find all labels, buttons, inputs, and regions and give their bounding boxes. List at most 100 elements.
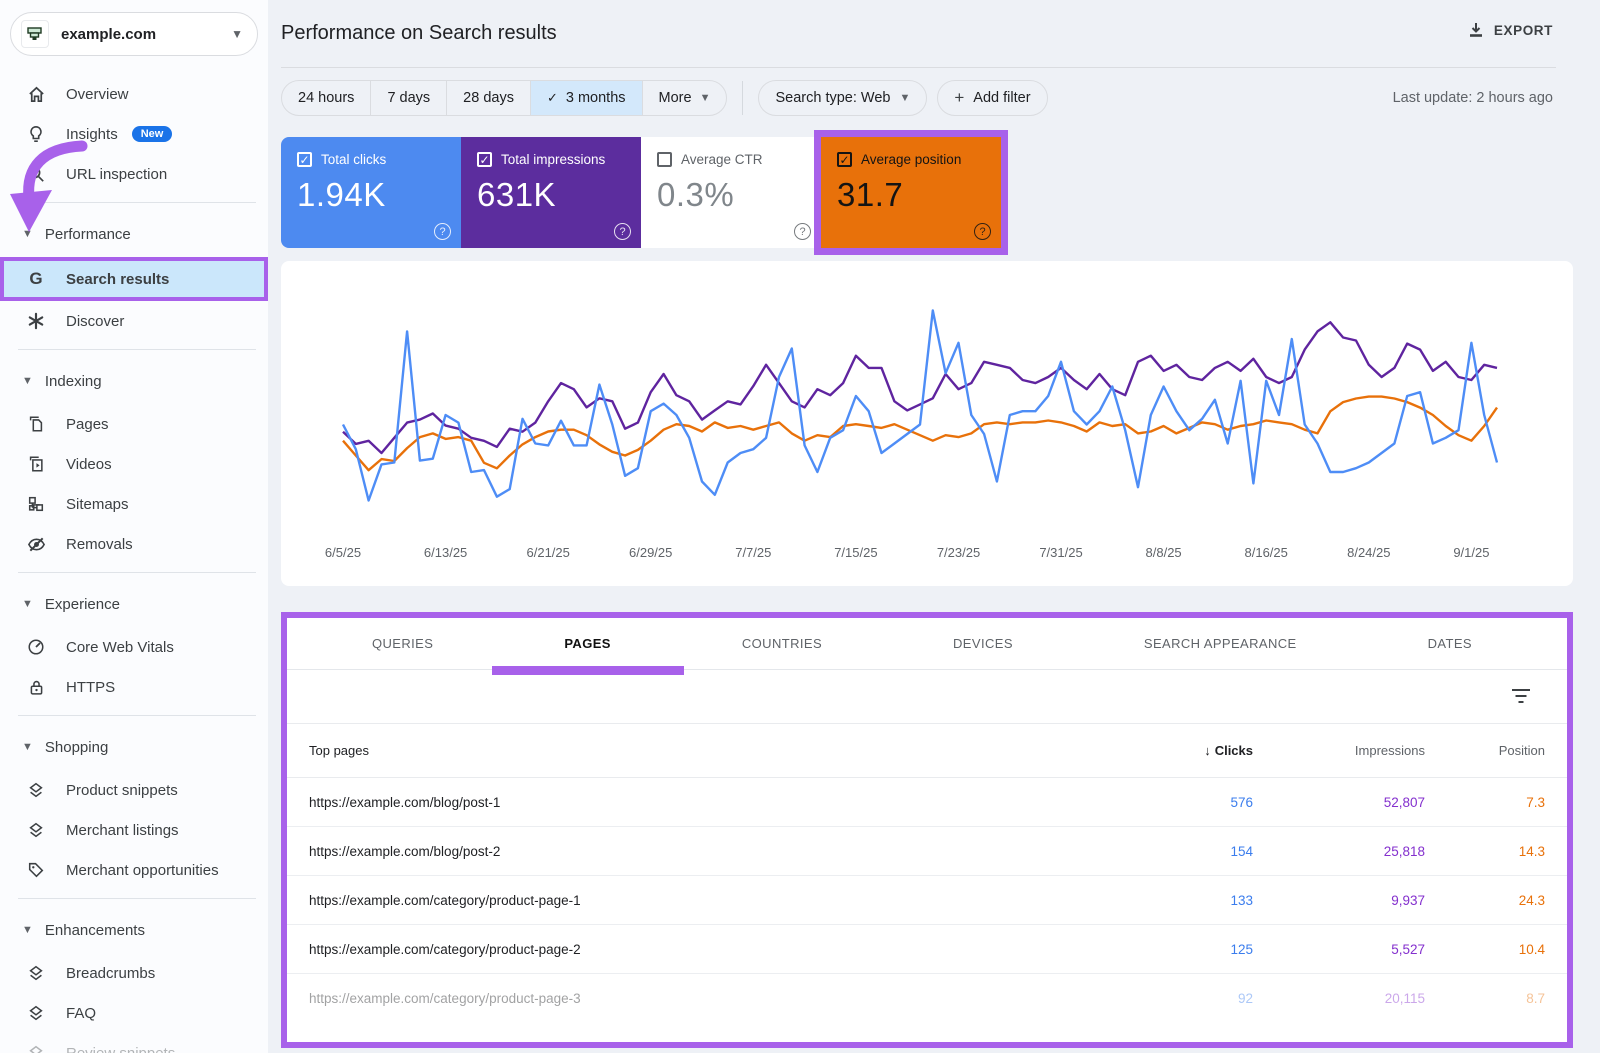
- table-row[interactable]: https://example.com/category/product-pag…: [287, 876, 1567, 925]
- chevron-down-icon: ▼: [22, 924, 33, 936]
- position-cell: 10.4: [1518, 941, 1545, 957]
- divider: [742, 81, 744, 115]
- search-type-dropdown[interactable]: Search type: Web ▼: [758, 80, 928, 116]
- range-28-days[interactable]: 28 days: [447, 81, 531, 115]
- page-url-cell[interactable]: https://example.com/blog/post-1: [287, 795, 1087, 810]
- sidebar-item-removals[interactable]: Removals: [0, 524, 268, 564]
- lock-icon: [26, 677, 46, 697]
- sidebar-item-videos[interactable]: Videos: [0, 444, 268, 484]
- table-body: https://example.com/blog/post-1 576 52,807…: [287, 778, 1567, 1023]
- checkbox-checked-icon[interactable]: ✓: [477, 152, 492, 167]
- column-header-top-pages[interactable]: Top pages: [287, 743, 1087, 758]
- tab-devices[interactable]: DEVICES: [953, 618, 1013, 670]
- tab-search-appearance[interactable]: SEARCH APPEARANCE: [1144, 618, 1297, 670]
- sidebar-section-indexing[interactable]: ▼ Indexing: [0, 358, 268, 404]
- sidebar-item-discover[interactable]: Discover: [0, 301, 268, 341]
- metric-value: 631K: [477, 176, 557, 213]
- chart-line-total-impressions: [342, 321, 1498, 455]
- date-range-control: 24 hours 7 days 28 days ✓ 3 months More ▼: [281, 80, 728, 116]
- sidebar-item-label: Overview: [66, 85, 129, 103]
- chevron-down-icon: ▼: [699, 92, 711, 104]
- sort-desc-icon: ↓: [1204, 743, 1211, 758]
- page-title: Performance on Search results: [281, 22, 557, 44]
- chevron-down-icon: ▼: [22, 598, 33, 610]
- metric-card-total-clicks[interactable]: ✓ Total clicks 1.94K ?: [281, 137, 461, 248]
- column-header-impressions[interactable]: Impressions: [1267, 743, 1425, 758]
- help-icon[interactable]: ?: [794, 223, 811, 240]
- tab-queries[interactable]: QUERIES: [372, 618, 433, 670]
- sidebar-item-core-web-vitals[interactable]: Core Web Vitals: [0, 627, 268, 667]
- range-24-hours[interactable]: 24 hours: [282, 81, 372, 115]
- sidebar-item-search-results[interactable]: G Search results: [0, 257, 268, 301]
- filter-icon[interactable]: [1511, 688, 1531, 705]
- checkbox-unchecked-icon[interactable]: [657, 152, 672, 167]
- active-tab-underline-annotation: [491, 665, 684, 675]
- tab-countries[interactable]: COUNTRIES: [742, 618, 822, 670]
- tab-dates[interactable]: DATES: [1428, 618, 1472, 670]
- divider: [18, 572, 256, 573]
- divider: [18, 349, 256, 350]
- divider: [18, 202, 256, 203]
- sidebar-item-merchant-opportunities[interactable]: Merchant opportunities: [0, 850, 268, 890]
- sidebar-item-https[interactable]: HTTPS: [0, 667, 268, 707]
- range-7-days[interactable]: 7 days: [371, 81, 448, 115]
- range-more-dropdown[interactable]: More ▼: [643, 81, 727, 115]
- position-cell: 7.3: [1526, 794, 1545, 810]
- layers-icon: [26, 820, 46, 840]
- sidebar-section-shopping[interactable]: ▼ Shopping: [0, 724, 268, 770]
- page-url-cell[interactable]: https://example.com/category/product-pag…: [287, 893, 1087, 908]
- table-row[interactable]: https://example.com/category/product-pag…: [287, 974, 1567, 1023]
- sidebar-item-sitemaps[interactable]: Sitemaps: [0, 484, 268, 524]
- sidebar-item-merchant-listings[interactable]: Merchant listings: [0, 810, 268, 850]
- layers-icon: [26, 963, 46, 983]
- sidebar-item-breadcrumbs[interactable]: Breadcrumbs: [0, 953, 268, 993]
- table-row[interactable]: https://example.com/blog/post-2 154 25,818…: [287, 827, 1567, 876]
- property-selector[interactable]: example.com ▼: [10, 12, 258, 56]
- sidebar-item-url-inspection[interactable]: URL inspection: [0, 154, 268, 194]
- help-icon[interactable]: ?: [974, 223, 991, 240]
- main-content: Performance on Search results EXPORT 24 …: [268, 0, 1600, 1053]
- column-header-clicks[interactable]: ↓ Clicks: [1087, 743, 1267, 758]
- page-url-cell[interactable]: https://example.com/category/product-pag…: [287, 942, 1087, 957]
- metric-value: 31.7: [837, 176, 904, 213]
- table-header-row: Top pages ↓ Clicks Impressions Position: [287, 724, 1567, 778]
- tag-icon: [26, 860, 46, 880]
- help-icon[interactable]: ?: [434, 223, 451, 240]
- table-row[interactable]: https://example.com/blog/post-1 576 52,807…: [287, 778, 1567, 827]
- sidebar-section-experience[interactable]: ▼ Experience: [0, 581, 268, 627]
- checkbox-checked-icon[interactable]: ✓: [297, 152, 312, 167]
- metric-card-average-ctr[interactable]: Average CTR 0.3% ?: [641, 137, 821, 248]
- sidebar-item-label: Merchant opportunities: [66, 861, 219, 879]
- export-button[interactable]: EXPORT: [1468, 22, 1553, 38]
- discover-asterisk-icon: [26, 311, 46, 331]
- table-row[interactable]: https://example.com/category/product-pag…: [287, 925, 1567, 974]
- add-filter-button[interactable]: + Add filter: [937, 80, 1048, 116]
- property-icon: [21, 20, 49, 48]
- sidebar-item-product-snippets[interactable]: Product snippets: [0, 770, 268, 810]
- sidebar-item-pages[interactable]: Pages: [0, 404, 268, 444]
- sidebar-item-review-snippets[interactable]: Review snippets: [0, 1033, 268, 1053]
- x-axis-label: 8/24/25: [1347, 545, 1390, 560]
- help-icon[interactable]: ?: [614, 223, 631, 240]
- page-url-cell[interactable]: https://example.com/blog/post-2: [287, 844, 1087, 859]
- filter-bar: 24 hours 7 days 28 days ✓ 3 months More ▼ …: [281, 80, 1553, 116]
- tab-pages[interactable]: PAGES: [491, 618, 684, 675]
- check-icon: ✓: [546, 90, 558, 105]
- metric-card-total-impressions[interactable]: ✓ Total impressions 631K ?: [461, 137, 641, 248]
- clicks-cell: 154: [1230, 843, 1253, 859]
- sidebar-item-overview[interactable]: Overview: [0, 74, 268, 114]
- x-axis-label: 7/15/25: [834, 545, 877, 560]
- sidebar-item-insights[interactable]: Insights New: [0, 114, 268, 154]
- sitemap-icon: [26, 494, 46, 514]
- metric-card-average-position[interactable]: ✓ Average position 31.7 ?: [821, 137, 1001, 248]
- range-3-months[interactable]: ✓ 3 months: [530, 81, 643, 115]
- home-icon: [26, 84, 46, 104]
- sidebar-section-enhancements[interactable]: ▼ Enhancements: [0, 907, 268, 953]
- sidebar-item-faq[interactable]: FAQ: [0, 993, 268, 1033]
- column-header-position[interactable]: Position: [1425, 743, 1567, 758]
- divider: [281, 67, 1556, 68]
- checkbox-checked-icon[interactable]: ✓: [837, 152, 852, 167]
- sidebar-section-performance[interactable]: ▼ Performance: [0, 211, 268, 257]
- sidebar-item-label: Merchant listings: [66, 821, 179, 839]
- page-url-cell[interactable]: https://example.com/category/product-pag…: [287, 991, 1087, 1006]
